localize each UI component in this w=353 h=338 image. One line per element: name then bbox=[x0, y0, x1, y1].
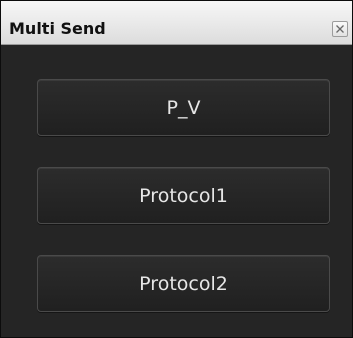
send-protocol1-button[interactable]: Protocol1 bbox=[37, 167, 330, 224]
title-bar[interactable]: Multi Send bbox=[1, 1, 352, 45]
close-button[interactable] bbox=[332, 21, 348, 37]
send-protocol2-button[interactable]: Protocol2 bbox=[37, 255, 330, 312]
dialog-body: P_V Protocol1 Protocol2 bbox=[1, 45, 352, 337]
close-icon bbox=[336, 25, 344, 33]
dialog-title: Multi Send bbox=[9, 19, 106, 38]
send-p-v-button[interactable]: P_V bbox=[37, 79, 330, 136]
multi-send-dialog: Multi Send P_V Protocol1 Protocol2 bbox=[0, 0, 353, 338]
